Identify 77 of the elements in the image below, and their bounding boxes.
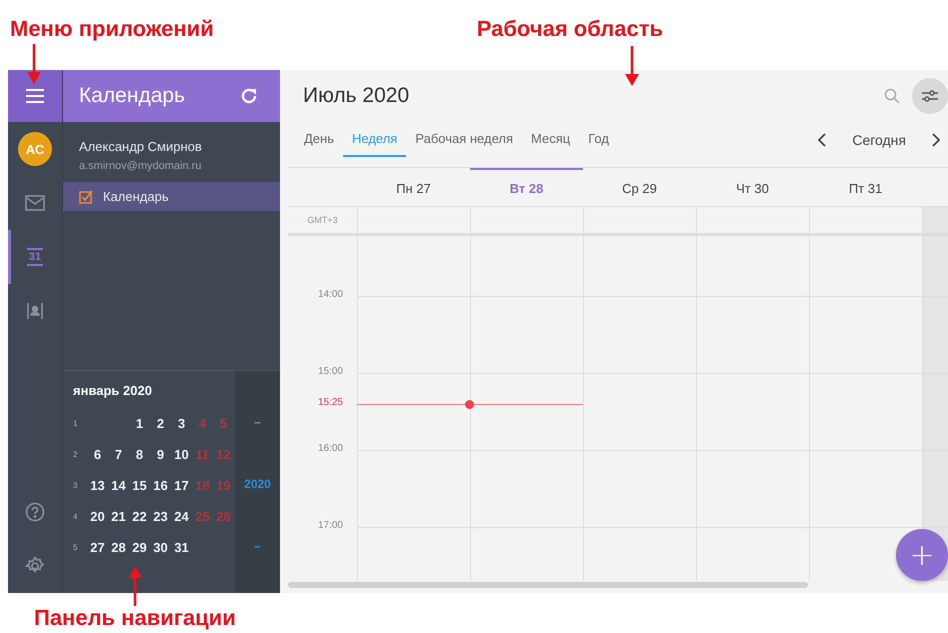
day-number[interactable]: 30 <box>150 540 171 555</box>
contacts-icon[interactable] <box>26 302 44 320</box>
day-header: Пт 31 <box>848 180 884 198</box>
week-number: 2 <box>73 450 78 459</box>
mail-icon[interactable] <box>25 195 45 211</box>
day-number[interactable]: 15 <box>129 478 150 493</box>
annotation-arrow <box>128 566 142 606</box>
day-number[interactable]: 3 <box>171 416 192 431</box>
hour-label: 15:00 <box>318 366 343 377</box>
day-header: Вт 28 <box>470 168 583 206</box>
time-slot-cell[interactable] <box>583 527 696 581</box>
annotation-arrow <box>27 44 41 84</box>
chevron-right-icon <box>932 132 940 146</box>
day-number[interactable]: 17 <box>171 478 192 493</box>
week-number: 1 <box>73 419 78 428</box>
day-number[interactable]: 31 <box>171 540 192 555</box>
day-number[interactable]: 23 <box>150 509 171 524</box>
day-number[interactable]: 29 <box>129 540 150 555</box>
week-number: 3 <box>73 481 78 490</box>
add-button[interactable]: + <box>896 529 948 581</box>
day-number[interactable]: 24 <box>171 509 192 524</box>
calendar-label: Календарь <box>103 189 169 204</box>
day-number[interactable]: 20 <box>87 509 108 524</box>
chevron-left-icon <box>818 132 826 146</box>
day-number[interactable]: 7 <box>108 447 129 462</box>
week-number: 5 <box>73 543 78 552</box>
menu-icon[interactable] <box>26 89 44 103</box>
day-number[interactable]: 13 <box>87 478 108 493</box>
view-tab[interactable]: Рабочая неделя <box>406 122 522 157</box>
annotation-arrow <box>625 46 639 86</box>
month-heading: Июль 2020 <box>303 84 410 108</box>
day-number[interactable]: 2 <box>150 416 171 431</box>
help-icon[interactable] <box>25 502 45 522</box>
current-time-label: 15:25 <box>318 397 343 408</box>
day-number[interactable]: 8 <box>129 447 150 462</box>
time-slot-cell[interactable] <box>357 527 470 581</box>
view-tab[interactable]: Месяц <box>522 122 580 157</box>
annotation-label: Меню приложений <box>10 16 214 42</box>
day-number[interactable]: 10 <box>171 447 192 462</box>
scrollbar[interactable] <box>288 582 808 588</box>
timezone-label: GMT+3 <box>307 215 338 225</box>
day-number[interactable]: 6 <box>87 447 108 462</box>
day-number[interactable]: 9 <box>150 447 171 462</box>
checkbox-icon[interactable] <box>79 190 93 204</box>
app-title: Календарь <box>79 84 185 108</box>
sliders-icon <box>922 89 938 103</box>
day-number[interactable]: 27 <box>87 540 108 555</box>
day-number[interactable]: 16 <box>150 478 171 493</box>
annotation-label: Рабочая область <box>476 16 663 42</box>
day-number[interactable]: 14 <box>108 478 129 493</box>
week-number: 4 <box>73 512 78 521</box>
search-icon[interactable] <box>884 88 900 104</box>
day-header: Пн 27 <box>395 180 432 198</box>
account-name: Александр Смирнов <box>79 139 203 154</box>
filter-button[interactable] <box>912 78 948 114</box>
day-number[interactable]: 28 <box>108 540 129 555</box>
day-number[interactable]: 22 <box>129 509 150 524</box>
current-time-dot <box>465 400 474 409</box>
time-slot-cell[interactable] <box>470 527 583 581</box>
time-slot-cell[interactable] <box>922 450 948 527</box>
day-number[interactable]: 21 <box>108 509 129 524</box>
today-button[interactable]: Сегодня <box>834 122 924 157</box>
time-slot-cell[interactable]: + <box>809 527 948 581</box>
account-email: a.smirnov@mydomain.ru <box>79 160 202 172</box>
hour-label: 16:00 <box>318 443 343 454</box>
day-number[interactable]: 1 <box>129 416 150 431</box>
hour-label: 14:00 <box>318 289 343 300</box>
view-tab[interactable]: День <box>295 122 343 157</box>
day-header: Чт 30 <box>735 180 770 198</box>
day-header: Ср 29 <box>621 180 658 198</box>
hour-label: 17:00 <box>318 520 343 531</box>
calendar-item[interactable]: Календарь <box>63 182 280 211</box>
time-slot-cell[interactable] <box>583 373 696 450</box>
annotation-label: Панель навигации <box>34 605 236 630</box>
refresh-icon[interactable] <box>240 87 258 105</box>
month-title: январь 2020 <box>73 383 153 398</box>
view-tab[interactable]: Год <box>579 122 618 157</box>
